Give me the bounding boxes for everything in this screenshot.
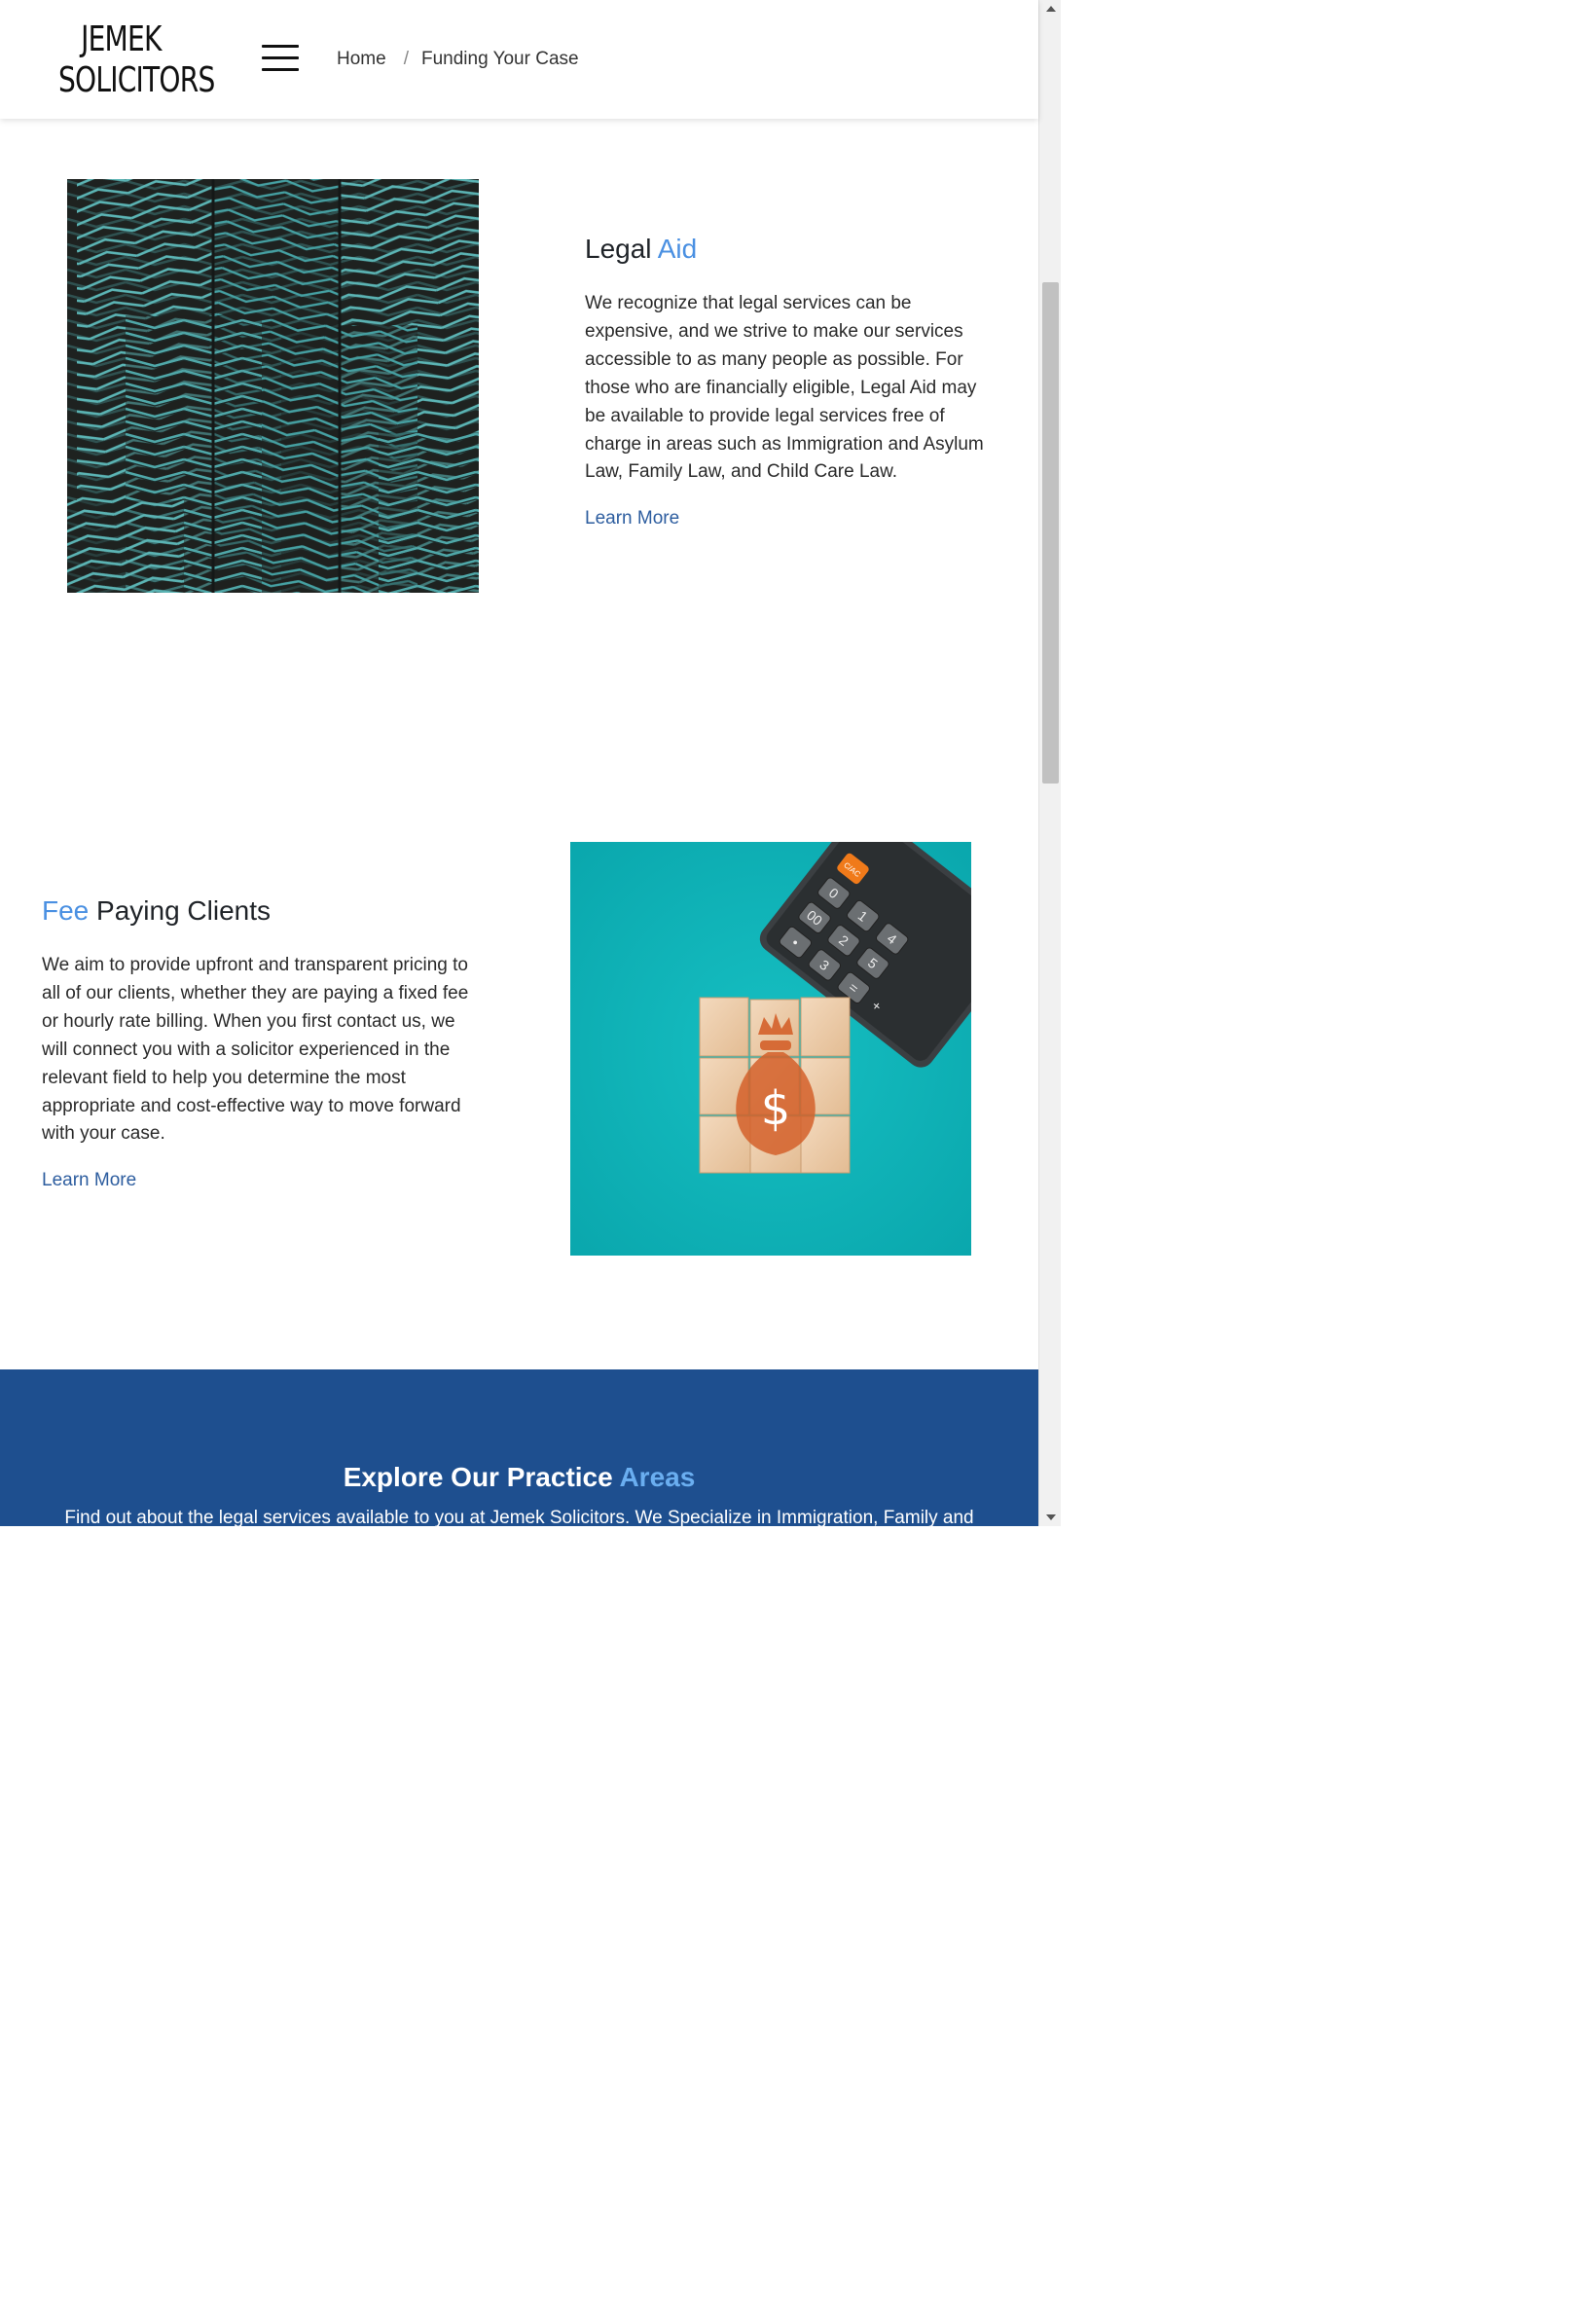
legal-aid-heading-accent: Aid: [657, 234, 698, 264]
logo-line-1: JEMEK: [81, 19, 162, 59]
menu-icon-bar: [262, 56, 299, 59]
money-bag-calculator-image: C/AC 0 1 4 00 2 5 • 3 = + $: [570, 842, 971, 1256]
practice-areas-heading-part1: Explore Our Practice: [343, 1462, 613, 1492]
breadcrumb: Home / Funding Your Case: [337, 49, 579, 70]
legal-aid-heading-part1: Legal: [585, 234, 652, 264]
menu-icon-bar: [262, 45, 299, 48]
fee-paying-learn-more-link[interactable]: Learn More: [42, 1170, 136, 1190]
menu-icon-bar: [262, 68, 299, 71]
fee-paying-description: We aim to provide upfront and transparen…: [42, 955, 469, 1145]
legal-aid-image: [67, 179, 479, 593]
site-logo[interactable]: JEMEK SOLICITORS: [58, 19, 215, 101]
scroll-down-arrow-icon[interactable]: [1046, 1514, 1056, 1520]
practice-areas-band: Explore Our Practice Areas Find out abou…: [0, 1369, 1038, 1526]
practice-areas-subtitle: Find out about the legal services availa…: [64, 1508, 974, 1526]
scroll-up-arrow-icon[interactable]: [1046, 6, 1056, 12]
vertical-scrollbar[interactable]: [1038, 0, 1061, 1526]
site-header: JEMEK SOLICITORS Home / Funding Your Cas…: [0, 0, 1038, 119]
practice-areas-heading-accent: Areas: [619, 1462, 696, 1492]
breadcrumb-current: Funding Your Case: [420, 49, 579, 69]
menu-icon[interactable]: [262, 45, 299, 72]
legal-aid-description: We recognize that legal services can be …: [585, 293, 984, 483]
practice-areas-heading: Explore Our Practice Areas: [0, 1462, 1038, 1493]
abstract-chevron-pattern-image: [67, 179, 479, 593]
breadcrumb-separator: /: [403, 49, 409, 69]
logo-line-2: SOLICITORS: [58, 60, 215, 100]
legal-aid-section: Legal Aid We recognize that legal servic…: [585, 230, 998, 529]
legal-aid-learn-more-link[interactable]: Learn More: [585, 508, 679, 529]
fee-paying-heading-part2: Paying Clients: [96, 895, 272, 926]
breadcrumb-home-link[interactable]: Home: [337, 49, 386, 70]
scrollbar-thumb[interactable]: [1042, 282, 1059, 784]
fee-paying-image: C/AC 0 1 4 00 2 5 • 3 = + $: [570, 842, 971, 1256]
page: JEMEK SOLICITORS Home / Funding Your Cas…: [0, 0, 1061, 1526]
fee-paying-heading: Fee Paying Clients: [42, 892, 470, 930]
dollar-sign-icon: $: [761, 1081, 791, 1136]
fee-paying-heading-accent: Fee: [42, 895, 90, 926]
legal-aid-heading: Legal Aid: [585, 230, 998, 269]
fee-paying-section: Fee Paying Clients We aim to provide upf…: [42, 892, 470, 1191]
